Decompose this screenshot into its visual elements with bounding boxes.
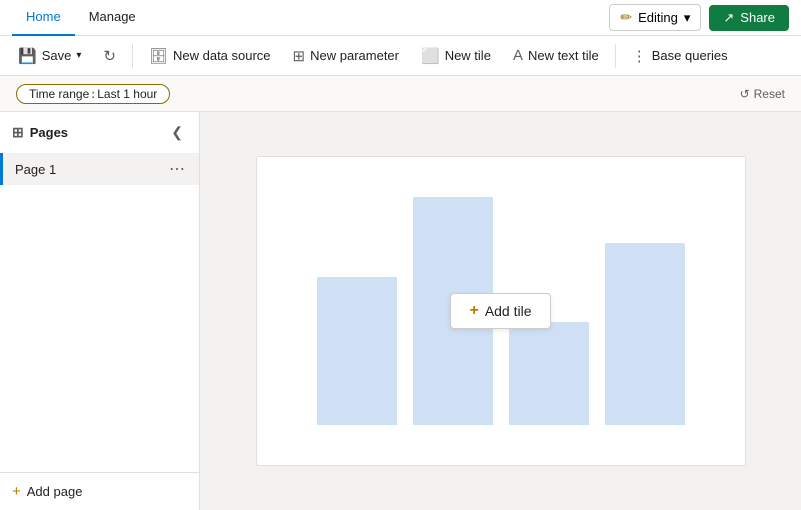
new-data-source-label: New data source (173, 48, 271, 63)
page-list: Page 1 ⋯ (0, 149, 199, 472)
sidebar-title: ⊞ Pages (12, 124, 68, 141)
editing-label: Editing (638, 10, 678, 25)
sidebar: ⊞ Pages ❮ Page 1 ⋯ + Add page (0, 112, 200, 510)
base-queries-label: Base queries (652, 48, 728, 63)
top-nav: Home Manage ✏ Editing ▾ ↗ Share (0, 0, 801, 36)
tab-home[interactable]: Home (12, 0, 75, 36)
add-page-label: Add page (27, 484, 83, 499)
toolbar-separator-1 (132, 44, 133, 68)
new-tile-button[interactable]: ⬜ New tile (411, 43, 501, 69)
time-range-value: Last 1 hour (97, 87, 157, 101)
page-item-label: Page 1 (15, 162, 56, 177)
queries-icon: ⋮ (632, 47, 647, 65)
chart-bar-4 (605, 243, 685, 425)
save-icon: 💾 (18, 47, 37, 65)
sidebar-header: ⊞ Pages ❮ (0, 112, 199, 149)
time-range-filter[interactable]: Time range : Last 1 hour (16, 84, 170, 104)
reset-button[interactable]: ↺ Reset (740, 87, 785, 101)
time-range-colon: : (91, 87, 95, 101)
parameter-icon: ⊞ (293, 47, 306, 65)
sidebar-footer: + Add page (0, 472, 199, 510)
refresh-button[interactable]: ↻ (93, 43, 126, 69)
new-parameter-button[interactable]: ⊞ New parameter (283, 43, 409, 69)
chart-bar-3 (509, 322, 589, 425)
pages-icon: ⊞ (12, 124, 24, 141)
base-queries-button[interactable]: ⋮ Base queries (622, 43, 738, 69)
add-page-plus-icon: + (12, 483, 21, 500)
main-content: ⊞ Pages ❮ Page 1 ⋯ + Add page (0, 112, 801, 510)
add-page-button[interactable]: + Add page (12, 483, 82, 500)
reset-icon: ↺ (740, 87, 750, 101)
page-item[interactable]: Page 1 ⋯ (0, 153, 199, 185)
new-parameter-label: New parameter (310, 48, 399, 63)
sidebar-title-label: Pages (30, 125, 68, 140)
text-icon: A (513, 47, 523, 64)
nav-right-actions: ✏ Editing ▾ ↗ Share (609, 4, 789, 31)
add-tile-label: Add tile (485, 303, 532, 319)
collapse-sidebar-button[interactable]: ❮ (167, 122, 187, 143)
reset-label: Reset (754, 87, 785, 101)
add-tile-button[interactable]: + Add tile (450, 293, 550, 329)
refresh-icon: ↻ (103, 47, 116, 65)
new-text-tile-label: New text tile (528, 48, 599, 63)
save-button[interactable]: 💾 Save ▾ (8, 43, 91, 69)
tab-manage[interactable]: Manage (75, 0, 150, 36)
tab-home-label: Home (26, 9, 61, 24)
new-data-source-button[interactable]: 🗄 New data source (139, 43, 281, 69)
canvas-page: + Add tile (256, 156, 746, 466)
pencil-icon: ✏ (620, 9, 632, 26)
save-label: Save (42, 48, 72, 63)
tile-icon: ⬜ (421, 47, 440, 65)
chart-bar-1 (317, 277, 397, 425)
share-icon: ↗ (723, 10, 734, 26)
database-icon: 🗄 (149, 47, 168, 65)
toolbar-separator-2 (615, 44, 616, 68)
save-chevron-icon: ▾ (76, 50, 81, 61)
nav-tabs: Home Manage (12, 0, 150, 36)
editing-button[interactable]: ✏ Editing ▾ (609, 4, 701, 31)
add-tile-plus-icon: + (469, 302, 478, 320)
new-text-tile-button[interactable]: A New text tile (503, 43, 609, 68)
share-label: Share (740, 10, 775, 25)
chevron-down-icon: ▾ (684, 10, 691, 26)
share-button[interactable]: ↗ Share (709, 5, 789, 31)
page-item-menu-button[interactable]: ⋯ (167, 159, 187, 179)
toolbar: 💾 Save ▾ ↻ 🗄 New data source ⊞ New param… (0, 36, 801, 76)
time-range-prefix: Time range (29, 87, 89, 101)
tab-manage-label: Manage (89, 9, 136, 24)
new-tile-label: New tile (445, 48, 491, 63)
filter-bar: Time range : Last 1 hour ↺ Reset (0, 76, 801, 112)
canvas-area: + Add tile (200, 112, 801, 510)
